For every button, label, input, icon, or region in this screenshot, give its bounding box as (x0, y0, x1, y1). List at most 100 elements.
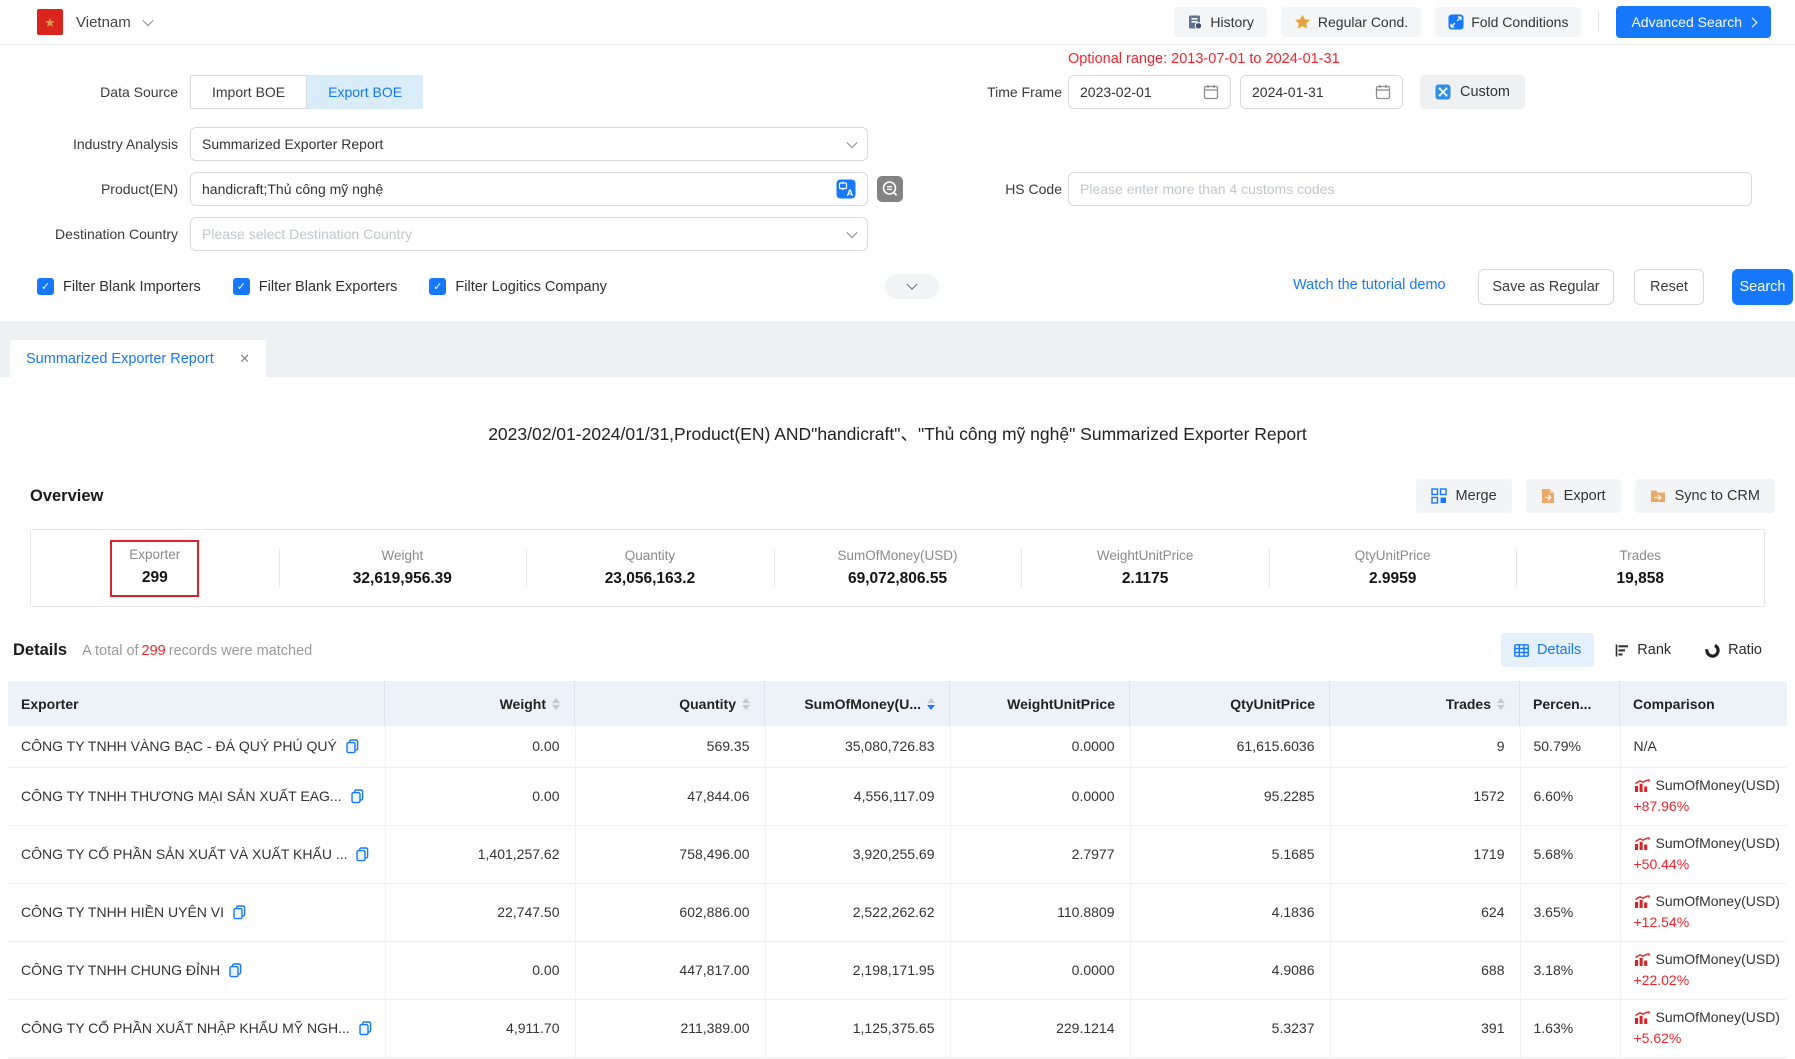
copy-icon[interactable] (359, 1021, 372, 1036)
date-to-input[interactable]: 2024-01-31 (1240, 75, 1403, 109)
column-header-trades[interactable]: Trades (1330, 681, 1520, 726)
cell-sum-of-money: 35,080,726.83 (765, 726, 950, 767)
cell-weight-unit-price: 2.7977 (950, 825, 1130, 883)
exporter-name[interactable]: CÔNG TY CỔ PHẦN XUẤT NHẬP KHẨU MỸ NGH... (21, 1020, 350, 1036)
trend-chart-icon (1634, 895, 1650, 908)
hs-code-label: HS Code (920, 172, 1062, 206)
exporter-name[interactable]: CÔNG TY TNHH HIỀN UYÊN VI (21, 904, 224, 920)
cell-weight: 0.00 (385, 767, 575, 825)
cell-comparison: SumOfMoney(USD)+12.54% (1620, 883, 1787, 941)
comparison-metric: SumOfMoney(USD) (1656, 777, 1780, 795)
view-ratio-button[interactable]: Ratio (1692, 633, 1775, 667)
comparison-metric: SumOfMoney(USD) (1656, 835, 1780, 853)
column-label: Percen... (1533, 696, 1591, 712)
exporter-name[interactable]: CÔNG TY TNHH VÀNG BẠC - ĐÁ QUÝ PHÚ QUÝ (21, 738, 337, 754)
hs-code-input[interactable]: Please enter more than 4 customs codes (1068, 172, 1752, 206)
view-rank-button[interactable]: Rank (1602, 633, 1684, 667)
tutorial-link[interactable]: Watch the tutorial demo (1293, 277, 1446, 293)
filter-blank-importers-checkbox[interactable]: ✓ Filter Blank Importers (37, 278, 201, 295)
column-header-weight[interactable]: Weight (385, 681, 575, 726)
chevron-down-icon (846, 137, 857, 148)
cell-trades: 9 (1330, 726, 1520, 767)
stat-label: Trades (1620, 548, 1662, 563)
merge-button[interactable]: Merge (1416, 479, 1512, 513)
destination-country-label: Destination Country (18, 217, 178, 251)
column-header-percen-: Percen... (1520, 681, 1620, 726)
cell-comparison: SumOfMoney(USD)+22.02% (1620, 941, 1787, 999)
column-header-comparison: Comparison (1620, 681, 1787, 726)
reset-button[interactable]: Reset (1634, 269, 1704, 305)
exporter-name[interactable]: CÔNG TY CỔ PHẦN SẢN XUẤT VÀ XUẤT KHẨU ..… (21, 846, 347, 862)
stat-value: 32,619,956.39 (353, 570, 452, 588)
comparison-change: +50.44% (1634, 856, 1784, 874)
product-en-input[interactable]: handicraft;Thủ công mỹ nghệ A (190, 172, 868, 206)
report-content: 2023/02/01-2024/01/31,Product(EN) AND"ha… (0, 421, 1795, 1058)
overview-stat-weight: Weight32,619,956.39 (279, 530, 527, 606)
filter-logitics-company-checkbox[interactable]: ✓ Filter Logitics Company (429, 278, 607, 295)
close-icon[interactable]: ✕ (239, 351, 250, 367)
copy-icon[interactable] (229, 963, 242, 978)
data-source-toggle: Import BOE Export BOE (190, 75, 423, 109)
exporter-name[interactable]: CÔNG TY TNHH CHUNG ĐỈNH (21, 962, 220, 978)
comparison-change: +5.62% (1634, 1030, 1784, 1048)
cell-qty-unit-price: 5.3237 (1130, 999, 1330, 1057)
collapse-form-button[interactable] (885, 274, 939, 299)
chevron-down-icon (142, 15, 153, 26)
sort-icons[interactable] (1497, 698, 1505, 710)
date-from-input[interactable]: 2023-02-01 (1068, 75, 1231, 109)
search-button[interactable]: Search (1732, 269, 1793, 305)
cell-weight-unit-price: 0.0000 (950, 726, 1130, 767)
save-as-regular-button[interactable]: Save as Regular (1478, 269, 1614, 305)
copy-icon[interactable] (351, 789, 364, 804)
filter-checkbox-group: ✓ Filter Blank Importers ✓ Filter Blank … (37, 278, 607, 295)
industry-analysis-value: Summarized Exporter Report (202, 136, 848, 152)
regular-cond-button[interactable]: Regular Cond. (1281, 7, 1421, 37)
fold-conditions-button[interactable]: Fold Conditions (1435, 7, 1581, 37)
checkbox-checked-icon: ✓ (37, 278, 54, 295)
stat-label: WeightUnitPrice (1097, 548, 1194, 563)
column-label: Exporter (21, 696, 79, 712)
export-button[interactable]: Export (1526, 479, 1621, 513)
column-header-sumofmoney-u-[interactable]: SumOfMoney(U... (765, 681, 950, 726)
cell-percent: 5.68% (1520, 825, 1620, 883)
rank-bars-icon (1615, 644, 1629, 657)
cell-percent: 3.18% (1520, 941, 1620, 999)
column-header-quantity[interactable]: Quantity (575, 681, 765, 726)
filter-blank-exporters-checkbox[interactable]: ✓ Filter Blank Exporters (233, 278, 398, 295)
cell-qty-unit-price: 4.9086 (1130, 941, 1330, 999)
copy-icon[interactable] (356, 847, 369, 862)
tab-summarized-exporter-report[interactable]: Summarized Exporter Report ✕ (10, 340, 266, 377)
sort-icons[interactable] (742, 698, 750, 710)
sync-to-crm-button[interactable]: Sync to CRM (1635, 479, 1775, 513)
trend-chart-icon (1634, 779, 1650, 792)
cell-sum-of-money: 4,556,117.09 (765, 767, 950, 825)
import-boe-tab[interactable]: Import BOE (190, 75, 307, 109)
country-selector[interactable]: ★ Vietnam (37, 9, 152, 35)
exact-match-icon[interactable] (877, 176, 903, 202)
view-details-button[interactable]: Details (1501, 633, 1594, 667)
translate-icon[interactable]: A (836, 179, 856, 199)
optional-range-note: Optional range: 2013-07-01 to 2024-01-31 (1068, 51, 1340, 67)
sort-icons[interactable] (927, 698, 935, 710)
copy-icon[interactable] (346, 739, 359, 754)
sort-icons[interactable] (552, 698, 560, 710)
topbar: ★ Vietnam History Regular Cond. Fold Con… (0, 0, 1795, 45)
cell-trades: 688 (1330, 941, 1520, 999)
industry-analysis-select[interactable]: Summarized Exporter Report (190, 127, 868, 161)
exporter-name[interactable]: CÔNG TY TNHH THƯƠNG MẠI SẢN XUẤT EAG... (21, 788, 342, 804)
table-row: CÔNG TY CỔ PHẦN SẢN XUẤT VÀ XUẤT KHẨU ..… (8, 825, 1787, 883)
checkbox-checked-icon: ✓ (429, 278, 446, 295)
cell-trades: 1572 (1330, 767, 1520, 825)
destination-country-select[interactable]: Please select Destination Country (190, 217, 868, 251)
overview-stat-weightunitprice: WeightUnitPrice2.1175 (1021, 530, 1269, 606)
cell-quantity: 447,817.00 (575, 941, 765, 999)
trend-chart-icon (1634, 953, 1650, 966)
date-from-value: 2023-02-01 (1080, 84, 1203, 100)
export-boe-tab[interactable]: Export BOE (307, 75, 423, 109)
copy-icon[interactable] (233, 905, 246, 920)
advanced-search-button[interactable]: Advanced Search (1616, 6, 1771, 38)
view-details-label: Details (1537, 642, 1581, 658)
table-row: CÔNG TY TNHH THƯƠNG MẠI SẢN XUẤT EAG... 0… (8, 767, 1787, 825)
history-button[interactable]: History (1174, 7, 1267, 37)
custom-range-button[interactable]: Custom (1420, 75, 1525, 109)
